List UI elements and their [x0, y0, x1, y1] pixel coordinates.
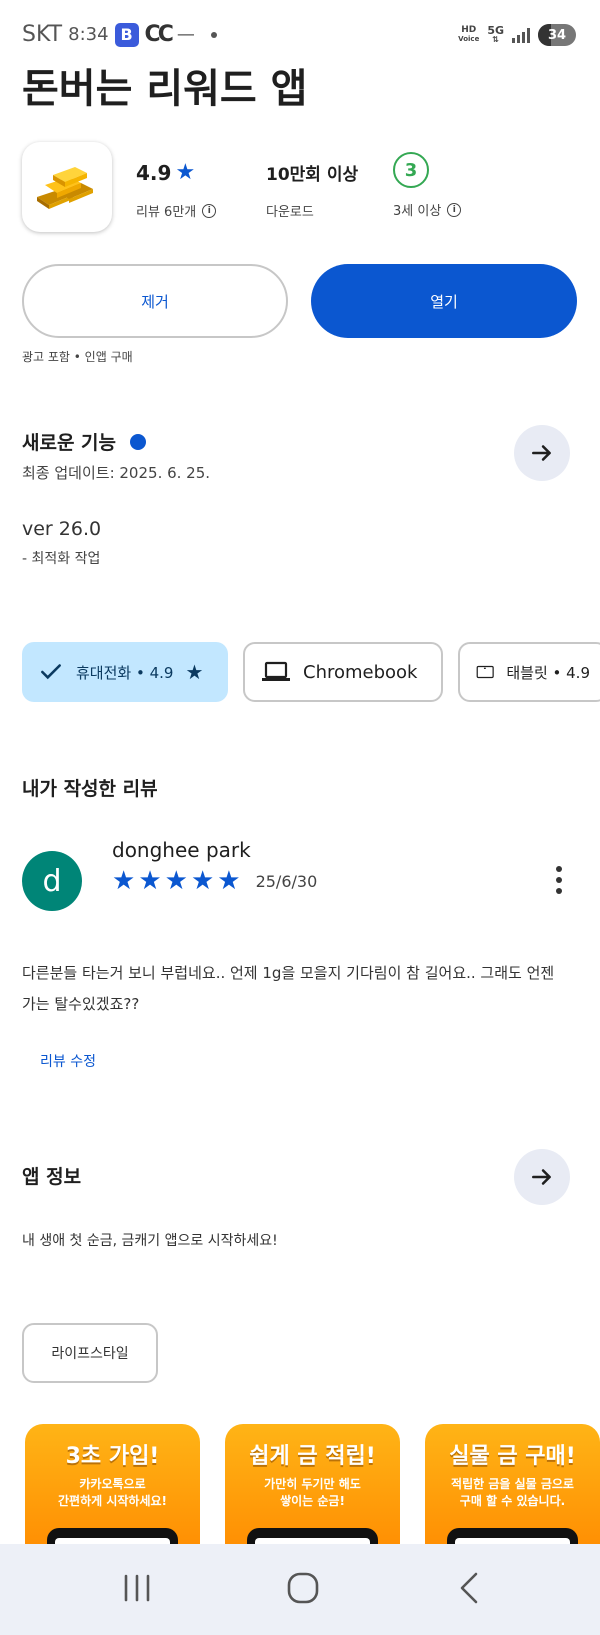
screenshot-subtitle: 가만히 두기만 해도 쌓이는 순금! [225, 1476, 400, 1510]
whats-new-title: 새로운 기능 [22, 432, 117, 454]
info-icon[interactable]: i [447, 202, 462, 217]
device-chip-phone[interactable]: 휴대전화 • 4.9 ★ [22, 642, 228, 702]
device-chip-label: 휴대전화 • 4.9 [76, 663, 174, 682]
status-bar: SKT 8:34 B CC — HD Voice 5G ⇅ 34 [0, 0, 600, 50]
device-chip-tablet[interactable]: 태블릿 • 4.9 [458, 642, 600, 702]
recent-apps-icon [124, 1574, 150, 1602]
review-text: 다른분들 타는거 보니 부럽네요.. 언제 1g을 모을지 기다림이 참 길어요… [22, 964, 555, 1013]
hd-label: HD [461, 25, 477, 35]
screenshot-subtitle: 적립한 금을 실물 금으로 구매 할 수 있습니다. [425, 1476, 600, 1510]
screenshot-line: 쌓이는 순금! [280, 1494, 345, 1508]
screenshot-line: 구매 할 수 있습니다. [459, 1494, 566, 1508]
app-title: 돈버는 리워드 앱 [22, 66, 308, 112]
screenshot-carousel[interactable]: 3초 가입! 카카오톡으로 간편하게 시작하세요! 쉽게 금 적립! 가만히 두… [25, 1424, 600, 1544]
my-review-title: 내가 작성한 리뷰 [22, 778, 158, 800]
star-icon: ★ [185, 660, 204, 684]
screenshot-title: 3초 가입! [65, 1444, 160, 1469]
changelog-text: - 최적화 작업 [22, 551, 101, 567]
device-chip-label: Chromebook [303, 661, 418, 683]
app-description: 내 생애 첫 순금, 금캐기 앱으로 시작하세요! [22, 1233, 278, 1249]
system-navigation-bar [0, 1544, 600, 1635]
star-icon: ★ [190, 866, 215, 896]
avatar: d [22, 851, 82, 911]
cc-app-notification-icon: CC [144, 22, 174, 47]
downloads-stat: 10만회 이상 다운로드 [266, 160, 358, 220]
download-count: 10만회 이상 [266, 165, 359, 185]
star-icon: ★ [217, 866, 241, 896]
whats-new-arrow-button[interactable] [514, 425, 570, 481]
recent-apps-button[interactable] [112, 1568, 162, 1608]
phone-mockup [247, 1528, 378, 1544]
screenshot-line: 간편하게 시작하세요! [57, 1494, 167, 1508]
hd-voice-icon: HD Voice [458, 26, 479, 44]
device-chip-label: 태블릿 • 4.9 [506, 663, 590, 682]
info-icon[interactable]: i [202, 203, 217, 218]
screenshot-title: 쉽게 금 적립! [249, 1444, 376, 1469]
app-info-title[interactable]: 앱 정보 [22, 1162, 81, 1189]
screenshot-card[interactable]: 실물 금 구매! 적립한 금을 실물 금으로 구매 할 수 있습니다. [425, 1424, 600, 1544]
home-icon [287, 1572, 319, 1604]
rating-value: 4.9 [136, 160, 172, 185]
review-date: 25/6/30 [255, 871, 318, 891]
review-rating: ★ ★ ★ ★ ★ 25/6/30 [112, 868, 317, 894]
age-rating-stat: 3 3세 이상 i [393, 152, 462, 219]
arrow-right-icon [532, 445, 551, 461]
device-chip-chromebook[interactable]: Chromebook [243, 642, 443, 702]
clock: 8:34 [68, 24, 109, 45]
screenshot-line: 카카오톡으로 [79, 1477, 146, 1491]
phone-mockup [447, 1528, 578, 1544]
battery-icon: 34 [538, 24, 576, 46]
review-count: 리뷰 6만개 [136, 205, 197, 220]
version-label: ver 26.0 [22, 518, 102, 540]
rating-stat: 4.9 ★ 리뷰 6만개 i [136, 160, 217, 220]
gold-bars-icon [22, 142, 112, 232]
star-icon: ★ [112, 866, 136, 896]
last-updated: 최종 업데이트: 2025. 6. 25. [22, 464, 211, 482]
dash-notification-icon: — [176, 24, 195, 45]
open-button[interactable]: 열기 [311, 264, 577, 338]
screenshot-line: 적립한 금을 실물 금으로 [451, 1477, 574, 1491]
age-rating-badge: 3 [393, 152, 429, 188]
band-app-notification-icon: B [114, 22, 139, 47]
phone-mockup [47, 1528, 178, 1544]
screenshot-subtitle: 카카오톡으로 간편하게 시작하세요! [25, 1476, 200, 1510]
star-icon: ★ [175, 160, 196, 185]
check-icon [41, 664, 61, 680]
screenshot-card[interactable]: 3초 가입! 카카오톡으로 간편하게 시작하세요! [25, 1424, 200, 1544]
signal-strength-icon [512, 27, 530, 43]
category-tag-lifestyle[interactable]: 라이프스타일 [22, 1323, 158, 1383]
more-notifications-dot-icon [210, 31, 217, 38]
whats-new-header[interactable]: 새로운 기능 [22, 428, 147, 455]
carrier-label: SKT [22, 22, 63, 47]
voice-label: Voice [458, 35, 480, 43]
ads-in-app-purchase-note: 광고 포함 • 인앱 구매 [22, 350, 133, 364]
edit-review-button[interactable]: 리뷰 수정 [40, 1051, 96, 1071]
back-icon [460, 1572, 478, 1604]
reviewer-name: donghee park [112, 838, 251, 862]
star-icon: ★ [138, 866, 162, 896]
arrow-right-icon [532, 1169, 551, 1185]
battery-percent: 34 [547, 27, 567, 43]
network-label: 5G [487, 24, 504, 37]
app-info-arrow-button[interactable] [514, 1149, 570, 1205]
screenshot-line: 가만히 두기만 해도 [264, 1477, 361, 1491]
more-options-icon[interactable] [556, 866, 562, 894]
tablet-icon [476, 665, 494, 679]
laptop-icon [262, 661, 290, 681]
new-indicator-dot-icon [130, 433, 147, 450]
network-5g-icon: 5G ⇅ [487, 24, 504, 44]
downloads-label: 다운로드 [266, 205, 314, 220]
home-button[interactable] [278, 1568, 328, 1608]
age-rating-label: 3세 이상 [393, 204, 442, 219]
screenshot-card[interactable]: 쉽게 금 적립! 가만히 두기만 해도 쌓이는 순금! [225, 1424, 400, 1544]
star-icon: ★ [164, 866, 188, 896]
star-row: ★ ★ ★ ★ ★ [112, 868, 241, 894]
screenshot-title: 실물 금 구매! [449, 1444, 576, 1469]
uninstall-button[interactable]: 제거 [22, 264, 288, 338]
back-button[interactable] [444, 1568, 494, 1608]
